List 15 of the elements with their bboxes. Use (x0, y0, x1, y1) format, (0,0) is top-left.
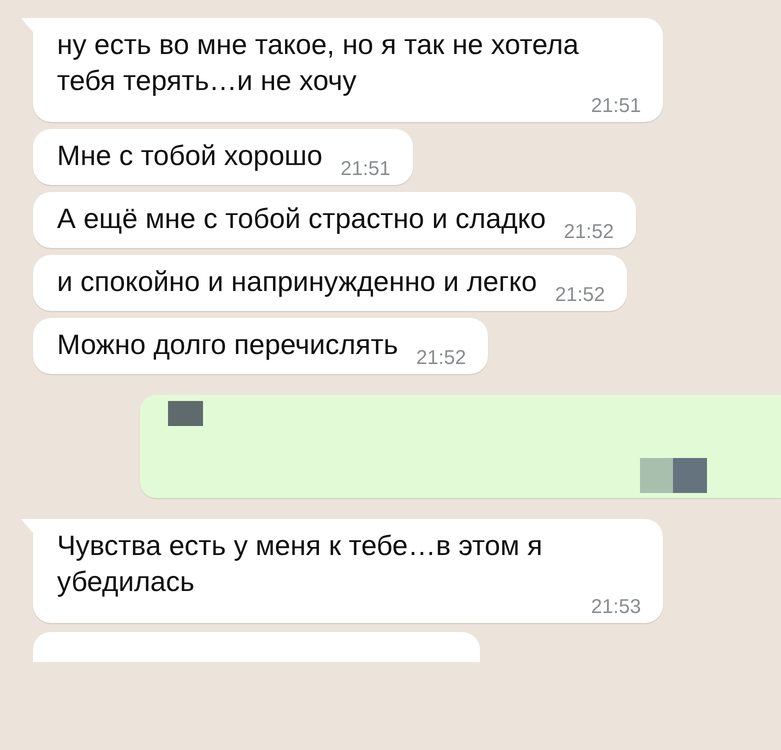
message-text: Чувства есть у меня к тебе…в этом я убедилась (57, 529, 544, 599)
message-time: 21:52 (554, 284, 606, 306)
message-text: Можно долго перечислять (57, 328, 398, 362)
message-time: 21:51 (590, 95, 641, 117)
message-text: А ещё мне с тобой страстно и сладко (57, 202, 546, 236)
message-time: 21:52 (564, 221, 614, 243)
redaction-block (673, 458, 707, 493)
message-time: 21:51 (340, 158, 391, 180)
message-text: и спокойно и напринужденно и легко (57, 265, 537, 299)
redaction-block (168, 401, 203, 426)
redaction-block (640, 458, 673, 493)
message-text: ну есть во мне такое, но я так не хотела тебя терять…и не хочу (57, 28, 580, 98)
message-text: Мне с тобой хорошо (57, 139, 322, 173)
message-time: 21:53 (590, 596, 641, 618)
message-time: 21:52 (416, 347, 466, 369)
